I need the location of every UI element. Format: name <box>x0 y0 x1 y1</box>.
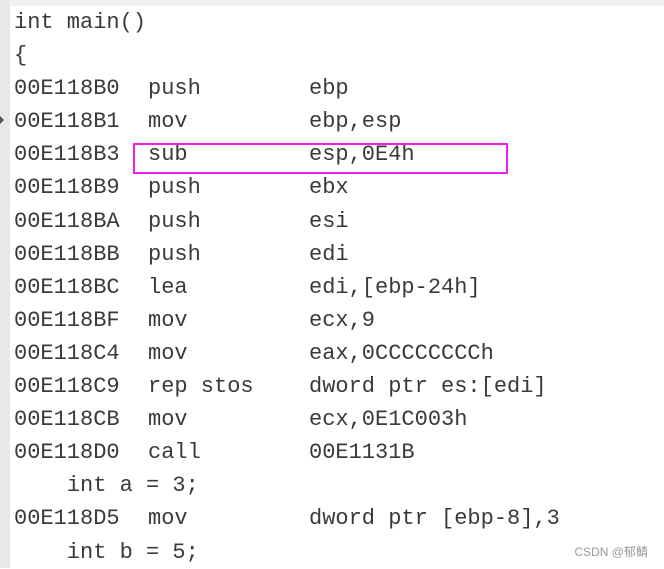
source-text: { <box>14 43 28 69</box>
asm-operand: dword ptr es:[edi] <box>309 374 547 400</box>
asm-mnemonic: push <box>148 76 201 102</box>
asm-mnemonic: mov <box>148 307 188 333</box>
asm-operand: ecx,0E1C003h <box>309 407 468 433</box>
asm-mnemonic: push <box>148 241 201 267</box>
asm-mnemonic: rep stos <box>148 374 254 400</box>
asm-mnemonic: mov <box>148 340 188 366</box>
asm-mnemonic: mov <box>148 407 188 433</box>
asm-mnemonic: call <box>148 440 201 466</box>
highlight-box <box>133 143 508 174</box>
asm-address: 00E118BC <box>14 274 120 300</box>
asm-mnemonic: mov <box>148 506 188 532</box>
asm-operand: 00E1131B <box>309 440 415 466</box>
asm-address: 00E118BF <box>14 307 120 333</box>
asm-operand: dword ptr [ebp-8],3 <box>309 506 560 532</box>
asm-address: 00E118B1 <box>14 109 120 135</box>
asm-mnemonic: lea <box>148 274 188 300</box>
asm-mnemonic: push <box>148 208 201 234</box>
asm-operand: ecx,9 <box>309 307 376 333</box>
asm-address: 00E118CB <box>14 407 120 433</box>
source-text: int a = 3; <box>14 473 199 499</box>
asm-mnemonic: push <box>148 175 201 201</box>
asm-address: 00E118C4 <box>14 340 120 366</box>
asm-address: 00E118C9 <box>14 374 120 400</box>
asm-operand: edi,[ebp-24h] <box>309 274 481 300</box>
asm-address: 00E118D0 <box>14 440 120 466</box>
asm-address: 00E118B9 <box>14 175 120 201</box>
asm-operand: ebx <box>309 175 349 201</box>
asm-address: 00E118B0 <box>14 76 120 102</box>
source-text: int main() <box>14 10 147 35</box>
asm-operand: eax,0CCCCCCCCh <box>309 340 494 366</box>
asm-operand: edi <box>309 241 349 267</box>
asm-operand: ebp <box>309 76 349 102</box>
asm-mnemonic: mov <box>148 109 188 135</box>
asm-operand: ebp,esp <box>309 109 402 135</box>
asm-address: 00E118B3 <box>14 142 120 168</box>
asm-address: 00E118BB <box>14 241 120 267</box>
current-line-arrow-icon <box>0 116 4 124</box>
asm-operand: esi <box>309 208 349 234</box>
asm-address: 00E118BA <box>14 208 120 234</box>
source-text: int b = 5; <box>14 539 199 565</box>
editor-gutter <box>0 0 10 568</box>
asm-address: 00E118D5 <box>14 506 120 532</box>
watermark: CSDN @郁鲭 <box>574 545 648 559</box>
